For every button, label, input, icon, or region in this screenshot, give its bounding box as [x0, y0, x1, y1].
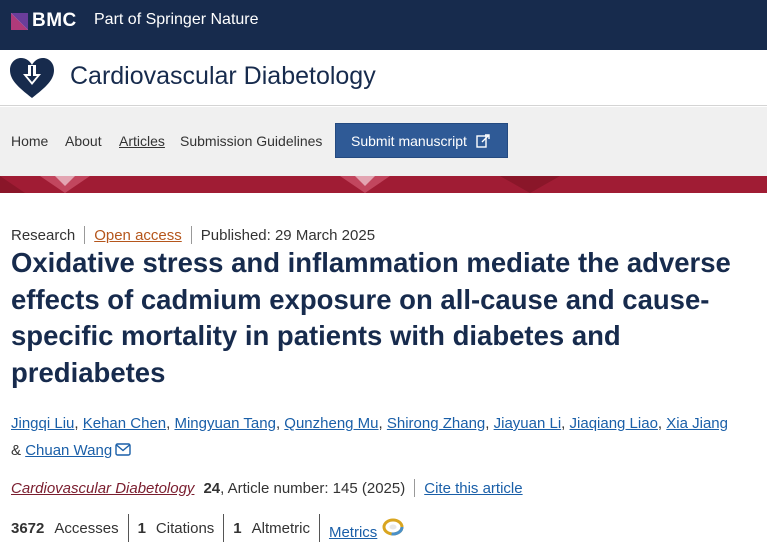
accesses-count: 3672 — [11, 519, 45, 537]
bmc-logo-icon — [11, 12, 28, 30]
article-meta: Research Open access Published: 29 March… — [11, 226, 375, 244]
citation-line: Cardiovascular Diabetology 24 , Article … — [11, 479, 523, 497]
open-access-link[interactable]: Open access — [94, 227, 182, 244]
altmetric-count: 1 — [233, 519, 242, 537]
email-icon[interactable] — [115, 443, 131, 456]
altmetric-label: Altmetric — [251, 519, 310, 537]
nav-articles[interactable]: Articles — [119, 133, 165, 149]
metrics-divider — [127, 514, 129, 542]
nav-home[interactable]: Home — [11, 133, 48, 149]
author-link[interactable]: Shirong Zhang — [387, 415, 485, 432]
author-list: Jingqi Liu, Kehan Chen, Mingyuan Tang, Q… — [11, 415, 728, 459]
accesses-label: Accesses — [54, 519, 119, 537]
article-type: Research — [11, 226, 76, 244]
submit-manuscript-label: Submit manuscript — [351, 132, 467, 149]
metrics-link[interactable]: Metrics — [329, 524, 377, 541]
author-link[interactable]: Jiayuan Li — [494, 415, 562, 432]
nav-about[interactable]: About — [65, 133, 102, 149]
published-date: Published: 29 March 2025 — [200, 226, 376, 244]
author-link[interactable]: Xia Jiang — [666, 415, 728, 432]
springer-tagline[interactable]: Part of Springer Nature — [94, 11, 259, 29]
author-link[interactable]: Jingqi Liu — [11, 415, 74, 432]
submit-manuscript-button[interactable]: Submit manuscript — [335, 123, 508, 158]
citation-divider — [414, 479, 416, 497]
metrics-divider — [223, 514, 225, 542]
citation-article-number: , Article number: 145 (2025) — [220, 479, 406, 497]
article-title: Oxidative stress and inflammation mediat… — [11, 247, 731, 388]
article-metrics: 3672 Accesses 1 Citations 1 Altmetric Me… — [11, 514, 404, 542]
author-link[interactable]: Mingyuan Tang — [174, 415, 275, 432]
banner-pattern — [0, 176, 560, 193]
author-link[interactable]: Jiaqiang Liao — [570, 415, 658, 432]
meta-divider — [190, 226, 192, 244]
bmc-logo[interactable]: BMC — [11, 10, 77, 32]
journal-heart-icon[interactable] — [10, 58, 54, 100]
metrics-donut-icon[interactable] — [382, 518, 404, 536]
citations-count: 1 — [137, 519, 146, 537]
nav-submission-guidelines[interactable]: Submission Guidelines — [180, 133, 322, 149]
journal-title[interactable]: Cardiovascular Diabetology — [70, 62, 376, 91]
citation-journal-link[interactable]: Cardiovascular Diabetology — [11, 480, 194, 497]
author-link[interactable]: Kehan Chen — [83, 415, 166, 432]
author-link[interactable]: Chuan Wang — [25, 442, 112, 459]
top-bar: BMC Part of Springer Nature — [0, 0, 767, 50]
meta-divider — [84, 226, 86, 244]
cite-this-article-link[interactable]: Cite this article — [424, 480, 522, 497]
external-link-icon — [476, 133, 490, 148]
author-ampersand: & — [11, 442, 22, 459]
citation-volume: 24 — [203, 479, 221, 497]
citations-label: Citations — [155, 519, 215, 537]
author-link[interactable]: Qunzheng Mu — [284, 415, 378, 432]
metrics-divider — [318, 514, 320, 542]
decorative-banner — [0, 176, 767, 193]
bmc-brand-text: BMC — [32, 10, 77, 31]
